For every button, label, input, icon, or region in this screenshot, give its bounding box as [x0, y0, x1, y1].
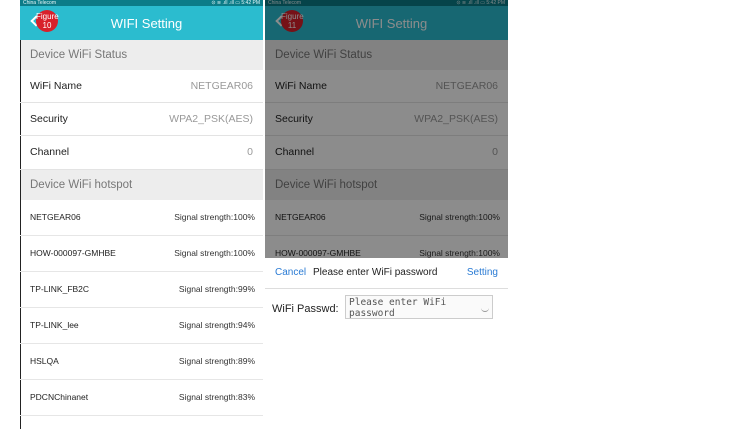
hotspot-signal: Signal strength:100% [174, 212, 255, 222]
row-label: Security [30, 113, 68, 125]
modal-overlay[interactable] [265, 0, 508, 258]
hotspot-item[interactable]: NETGEAR06 Signal strength:100% [20, 200, 263, 236]
hotspot-ssid: TP-LINK_FB2C [30, 284, 90, 294]
hotspot-signal: Signal strength:94% [178, 320, 255, 330]
wifi-name-row: WiFi Name NETGEAR06 [20, 70, 263, 103]
hotspot-ssid: HOW-000097-GMHBE [30, 248, 116, 258]
channel-row: Channel 0 [20, 136, 263, 170]
hotspot-signal: Signal strength:89% [178, 356, 255, 366]
hotspot-item[interactable]: TP-LINK_FB2C Signal strength:99% [20, 272, 263, 308]
row-value: 0 [247, 146, 253, 158]
password-label: WiFi Passwd: [272, 303, 339, 315]
row-label: Channel [30, 146, 70, 158]
dialog-title: Please enter WiFi password [313, 267, 438, 278]
hotspot-signal: Signal strength:99% [178, 284, 255, 294]
hotspot-item[interactable]: TP-LINK_lee Signal strength:94% [20, 308, 263, 344]
cancel-button[interactable]: Cancel [275, 258, 306, 288]
row-label: WiFi Name [30, 80, 82, 92]
security-row: Security WPA2_PSK(AES) [20, 103, 263, 136]
hotspot-ssid: TP-LINK_lee [30, 320, 79, 330]
row-value: WPA2_PSK(AES) [169, 113, 253, 125]
password-input[interactable]: Please enter WiFi password [345, 295, 493, 319]
password-dialog: Cancel Please enter WiFi password Settin… [265, 258, 508, 429]
hotspot-signal: Signal strength:83% [178, 392, 255, 402]
hotspot-item[interactable]: PDCNChinanet Signal strength:83% [20, 380, 263, 416]
hotspot-item[interactable]: HSLQA Signal strength:89% [20, 344, 263, 380]
app-header: Figure 10 WIFI Setting [20, 6, 263, 40]
eye-icon[interactable] [481, 307, 489, 312]
password-placeholder: Please enter WiFi password [349, 297, 447, 319]
dialog-toolbar: Cancel Please enter WiFi password Settin… [265, 258, 508, 289]
page-title: WIFI Setting [110, 16, 183, 31]
wifi-setting-screen: China Telecom ⊙ ≋ .ıll .ıll ▭ 5:42 PM Fi… [20, 0, 263, 429]
hotspot-ssid: PDCNChinanet [30, 392, 89, 402]
setting-button[interactable]: Setting [467, 258, 498, 288]
row-value: NETGEAR06 [190, 80, 253, 92]
hotspot-ssid: NETGEAR06 [30, 212, 81, 222]
hotspot-ssid: HSLQA [30, 356, 59, 366]
wifi-password-screen: China Telecom ⊙ ≋ .ıll .ıll ▭ 5:42 PM Fi… [265, 0, 508, 429]
section-header-hotspot: Device WiFi hotspot [20, 170, 263, 200]
section-header-status: Device WiFi Status [20, 40, 263, 70]
hotspot-item[interactable]: HOW-000097-GMHBE Signal strength:100% [20, 236, 263, 272]
hotspot-signal: Signal strength:100% [174, 248, 255, 258]
